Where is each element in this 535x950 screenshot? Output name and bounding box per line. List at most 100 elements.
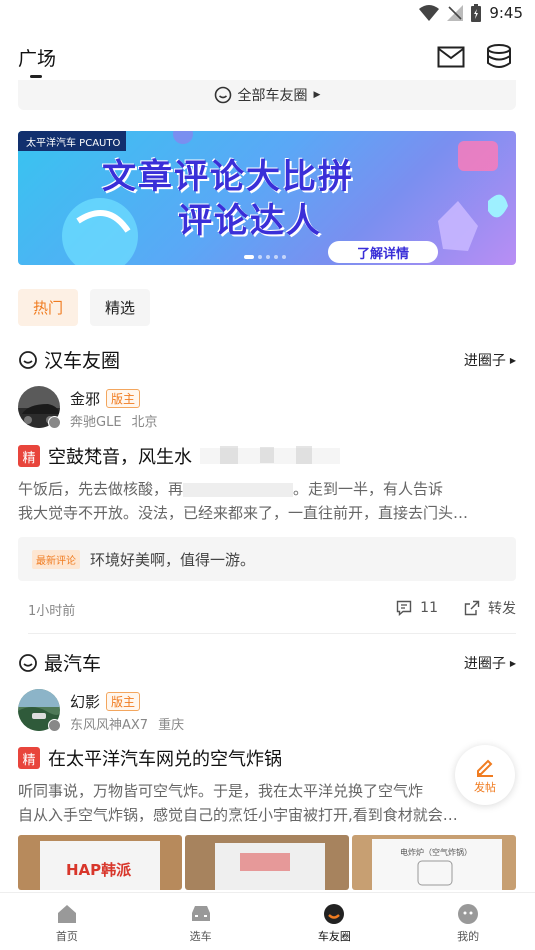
image-label: HAP韩派	[66, 861, 132, 879]
blur-overlay	[200, 446, 340, 464]
chevron-right-icon: ▶	[313, 90, 321, 100]
post-body-line1: 听同事说，万物皆可空气炸。于是，我在太平洋兑换了空气炸	[18, 782, 424, 800]
post-title[interactable]: 精 空鼓梵音，风生水	[18, 443, 516, 469]
chevron-right-icon: ▶	[509, 355, 516, 365]
create-post-button[interactable]: 发帖	[455, 745, 515, 805]
tab-car-circle[interactable]: 车友圈	[268, 893, 402, 950]
tab-featured[interactable]: 精选	[90, 289, 151, 326]
author-car-model: 奔驰GLE	[70, 415, 122, 430]
blur-overlay	[183, 482, 294, 497]
chat-bubble-icon	[19, 653, 37, 672]
tab-hot[interactable]: 热门	[18, 289, 79, 326]
car-icon	[191, 906, 210, 921]
essence-badge: 精	[18, 747, 40, 769]
share-label: 转发	[488, 601, 516, 617]
banner-cta-button[interactable]: 了解详情	[328, 241, 438, 263]
post-images: HAP韩派 电炸炉（空气炸锅）	[18, 835, 516, 890]
banner-dot	[244, 255, 254, 259]
share-icon	[464, 600, 480, 616]
chat-bubble-icon	[19, 350, 37, 369]
circle-name[interactable]: 最汽车	[18, 649, 101, 676]
author-city: 北京	[131, 415, 158, 430]
create-post-label: 发帖	[474, 781, 496, 794]
banner-dot	[258, 255, 262, 259]
essence-badge: 精	[18, 445, 40, 467]
tab-select-car-label: 选车	[189, 930, 212, 943]
share-button[interactable]: 转发	[464, 598, 516, 618]
post-image[interactable]: HAP韩派	[18, 835, 182, 890]
author-car-model: 东风风神AX7	[70, 718, 149, 733]
comment-button[interactable]: 11	[396, 600, 438, 616]
circle-header: 汉车友圈 进圈子 ▶	[18, 344, 516, 374]
circle-name-label: 最汽车	[44, 653, 102, 675]
app-header: 广场	[0, 30, 535, 80]
post-image[interactable]	[185, 835, 349, 890]
post-body-line2: 自从入手空气炸锅，感觉自己的烹饪小宇宙被打开,看到食材就会…	[18, 806, 458, 824]
verified-badge-icon	[48, 719, 61, 732]
bottom-tab-bar: 首页 选车 车友圈 我的	[0, 892, 535, 950]
enter-circle-button[interactable]: 进圈子 ▶	[464, 653, 516, 673]
author-city: 重庆	[158, 718, 185, 733]
enter-circle-label: 进圈子	[463, 656, 506, 672]
post-title-text: 空鼓梵音，风生水	[48, 447, 192, 468]
status-icons: 9:45	[419, 4, 523, 22]
title-underline	[30, 75, 42, 78]
tab-select-car[interactable]: 选车	[134, 893, 268, 950]
enter-circle-label: 进圈子	[463, 353, 506, 369]
tab-profile-label: 我的	[457, 930, 480, 943]
all-circles-button[interactable]: 全部车友圈 ▶	[18, 80, 516, 110]
coins-button[interactable]	[484, 42, 514, 72]
author-name[interactable]: 金邪	[70, 388, 100, 409]
circle-header: 最汽车 进圈子 ▶	[18, 647, 516, 677]
page-title: 广场	[18, 48, 57, 70]
tab-profile[interactable]: 我的	[401, 893, 535, 950]
tab-home[interactable]: 首页	[0, 893, 134, 950]
chevron-right-icon: ▶	[509, 658, 516, 668]
post-image[interactable]: 电炸炉（空气炸锅）	[352, 835, 516, 890]
box-photo: 电炸炉（空气炸锅）	[352, 835, 516, 890]
post-title[interactable]: 精 在太平洋汽车网兑的空气炸锅	[18, 745, 516, 771]
latest-comment[interactable]: 最新评论 环境好美啊，值得一游。	[18, 537, 516, 581]
enter-circle-button[interactable]: 进圈子 ▶	[464, 350, 516, 370]
post-title-text: 在太平洋汽车网兑的空气炸锅	[48, 749, 282, 770]
author-meta: 东风风神AX7 重庆	[70, 714, 184, 733]
latest-comment-text: 环境好美啊，值得一游。	[90, 550, 256, 569]
author-row: 金邪 版主 奔驰GLE 北京	[18, 386, 516, 432]
box-photo	[185, 835, 349, 890]
tab-home-label: 首页	[55, 930, 78, 943]
comment-count: 11	[420, 600, 438, 616]
post-body-line: 午饭后，先去做核酸，再 。走到一半，有人告诉	[18, 477, 516, 501]
profile-icon	[458, 904, 479, 924]
mail-icon	[437, 46, 465, 68]
post-time: 1小时前	[28, 604, 76, 619]
wifi-icon	[419, 5, 440, 21]
box-photo: HAP韩派	[18, 835, 182, 890]
chat-bubble-icon	[214, 86, 231, 104]
author-name[interactable]: 幻影	[70, 691, 100, 712]
divider	[28, 633, 516, 634]
post-body[interactable]: 午饭后，先去做核酸，再 。走到一半，有人告诉 我大觉寺不开放。没法，已经来都来了，…	[18, 477, 516, 525]
mail-button[interactable]	[436, 42, 466, 72]
battery-icon	[471, 4, 482, 22]
banner-dot	[282, 255, 286, 259]
comment-icon	[396, 600, 412, 616]
all-circles-label: 全部车友圈	[237, 88, 308, 104]
circle-name[interactable]: 汉车友圈	[18, 346, 120, 373]
post-body-line1-tail: 。走到一半，有人告诉	[293, 480, 444, 498]
coin-stack-icon	[487, 44, 511, 68]
banner-dot	[274, 255, 278, 259]
image-label: 电炸炉（空气炸锅）	[400, 847, 472, 857]
circle-icon	[324, 904, 345, 924]
verified-badge-icon	[48, 416, 61, 429]
moderator-badge: 版主	[106, 389, 141, 408]
promo-banner[interactable]: 太平洋汽车 PCAUTO 文章评论大比拼 评论达人 了解详情	[18, 131, 516, 265]
post-actions: 11 转发	[396, 598, 516, 618]
author-row: 幻影 版主 东风风神AX7 重庆	[18, 689, 516, 735]
post-body[interactable]: 听同事说，万物皆可空气炸。于是，我在太平洋兑换了空气炸 自从入手空气炸锅，感觉自…	[18, 779, 516, 827]
status-time: 9:45	[489, 4, 523, 22]
tab-car-circle-label: 车友圈	[317, 930, 351, 943]
author-name-row: 幻影 版主	[70, 691, 141, 712]
post-body-line2: 我大觉寺不开放。没法，已经来都来了，一直往前开，直接去门头…	[18, 504, 469, 522]
circle-name-label: 汉车友圈	[44, 350, 121, 372]
post-footer: 1小时前 11 转发	[28, 597, 516, 619]
